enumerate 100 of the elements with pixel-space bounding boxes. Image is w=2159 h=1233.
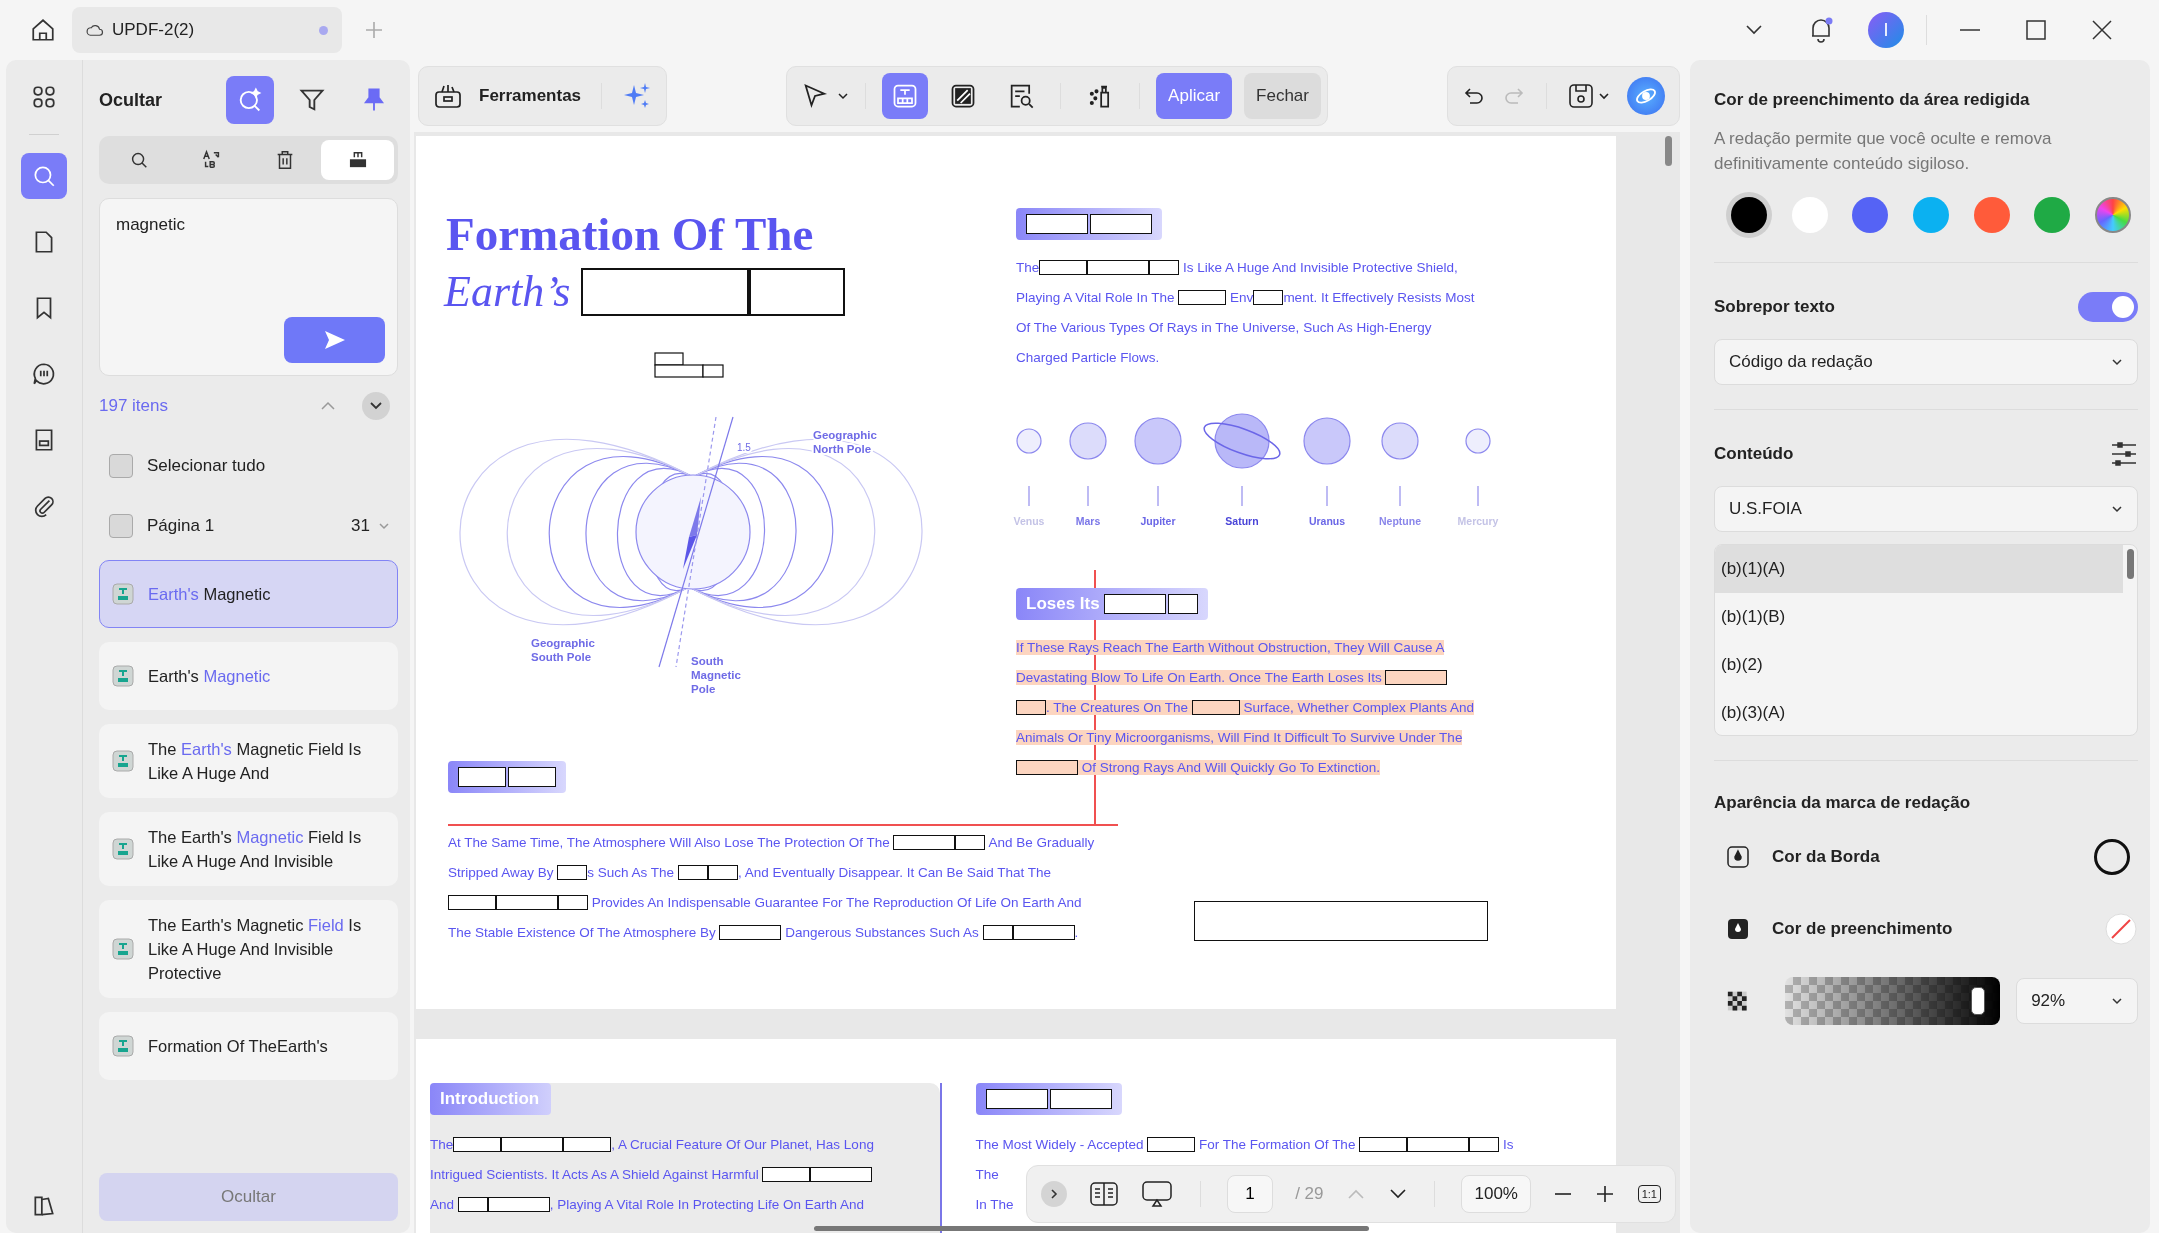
redaction-box[interactable] — [719, 924, 782, 940]
redaction-box[interactable] — [985, 1089, 1048, 1109]
color-swatch[interactable] — [1726, 192, 1772, 238]
redaction-box[interactable] — [1103, 594, 1166, 614]
opacity-dropdown[interactable]: 92% — [2016, 978, 2138, 1024]
theme-icon[interactable] — [31, 1193, 57, 1219]
no-fill-swatch[interactable] — [2104, 912, 2138, 946]
redaction-box[interactable] — [1194, 901, 1489, 941]
result-item[interactable]: Earth's Magnetic — [99, 560, 398, 628]
overlay-toggle[interactable] — [2078, 292, 2138, 322]
redaction-box[interactable] — [893, 834, 956, 850]
close-icon[interactable] — [2091, 19, 2113, 41]
chevron-down-icon — [369, 401, 383, 411]
chevron-down-icon[interactable] — [1744, 24, 1764, 36]
redaction-box[interactable] — [1039, 259, 1088, 275]
redaction-box[interactable] — [1049, 1089, 1112, 1109]
redaction-box[interactable] — [557, 864, 588, 880]
redaction-box[interactable] — [1407, 1136, 1470, 1152]
code-option[interactable]: (b)(3)(A) — [1715, 689, 2123, 735]
result-item[interactable]: The Earth's Magnetic Field Is Like A Huge And Invisible Protective — [99, 900, 398, 998]
checkbox-label: Página 1 — [147, 516, 215, 536]
redaction-box[interactable] — [1016, 699, 1046, 715]
code-option[interactable]: (b)(2) — [1715, 641, 2123, 689]
redaction-box[interactable] — [457, 1196, 488, 1212]
apps-grid-icon — [31, 84, 57, 110]
redaction-box[interactable] — [1359, 1136, 1408, 1152]
overlay-dropdown[interactable]: Código da redação — [1714, 339, 2138, 385]
page-number-field[interactable]: 1 — [1226, 1175, 1273, 1213]
assistant-button[interactable] — [1627, 77, 1665, 115]
body-text: Is — [1501, 1136, 1514, 1152]
maximize-icon[interactable] — [2025, 19, 2047, 41]
send-button[interactable] — [284, 317, 385, 363]
scrollbar-thumb[interactable] — [1665, 136, 1672, 166]
checkbox[interactable] — [109, 514, 133, 538]
redaction-box[interactable] — [1385, 669, 1448, 685]
result-item[interactable]: Earth's Magnetic — [99, 642, 398, 710]
section-title: Conteúdo — [1714, 444, 1794, 464]
result-item[interactable]: Formation Of TheEarth's — [99, 1012, 398, 1080]
redaction-box[interactable] — [581, 267, 750, 316]
tools-label[interactable]: Ferramentas — [479, 86, 582, 106]
search-field[interactable]: magnetic — [100, 199, 397, 375]
redaction-box[interactable] — [707, 864, 738, 880]
redaction-box[interactable] — [1253, 289, 1284, 305]
close-button[interactable]: Fechar — [1244, 73, 1321, 119]
redaction-box[interactable] — [1191, 699, 1240, 715]
redaction-box[interactable] — [1167, 594, 1198, 614]
user-avatar[interactable]: I — [1868, 12, 1904, 48]
presentation-icon[interactable] — [1141, 1180, 1174, 1208]
result-item[interactable]: The Earth's Magnetic Field Is Like A Huge And Invisible — [99, 812, 398, 886]
redaction-box[interactable] — [677, 864, 708, 880]
document-tab[interactable]: UPDF-2(2) — [72, 7, 342, 53]
expand-button[interactable] — [362, 392, 390, 420]
toolbox-icon[interactable] — [433, 82, 463, 110]
redaction-box[interactable] — [563, 1136, 612, 1152]
redaction-box[interactable] — [749, 267, 846, 316]
save-icon[interactable] — [1567, 82, 1611, 110]
scrollbar-thumb[interactable] — [2127, 549, 2134, 579]
redaction-box[interactable] — [1026, 214, 1088, 234]
checkbox[interactable] — [109, 454, 133, 478]
zoom-field[interactable]: 100% — [1461, 1175, 1531, 1213]
redaction-box[interactable] — [558, 894, 588, 910]
redaction-box[interactable] — [508, 767, 556, 787]
redaction-box[interactable] — [1087, 259, 1150, 275]
code-option[interactable]: (b)(1)(A) — [1715, 545, 2123, 593]
redaction-box[interactable] — [1016, 759, 1078, 775]
redaction-box[interactable] — [1012, 924, 1075, 940]
redaction-box[interactable] — [1147, 1136, 1196, 1152]
result-item[interactable]: The Earth's Magnetic Field Is Like A Huge And — [99, 724, 398, 798]
redaction-box[interactable] — [1178, 289, 1227, 305]
redaction-box[interactable] — [810, 1166, 873, 1182]
redaction-box[interactable] — [762, 1166, 811, 1182]
content-dropdown[interactable]: U.S.FOIA — [1714, 486, 2138, 532]
next-page-icon[interactable] — [1388, 1188, 1408, 1200]
slider-thumb[interactable] — [1970, 987, 1985, 1015]
redaction-box[interactable] — [458, 767, 506, 787]
opacity-slider[interactable] — [1784, 977, 2001, 1025]
code-option[interactable]: (b)(1)(B) — [1715, 593, 2123, 641]
scrollbar-thumb[interactable] — [814, 1226, 1369, 1231]
mode-tab[interactable] — [321, 140, 394, 180]
redaction-box[interactable] — [448, 894, 496, 910]
body-text: Dangerous Substances Such As — [784, 924, 980, 940]
sliders-icon[interactable] — [2110, 441, 2138, 467]
body-text: . The Creatures On The — [1046, 699, 1192, 715]
actual-size-button[interactable]: 1:1 — [1637, 1185, 1661, 1203]
redaction-box[interactable] — [487, 1196, 550, 1212]
zoom-in-icon[interactable] — [1595, 1184, 1616, 1204]
diagram-label: South Magnetic Pole — [691, 655, 741, 695]
redaction-box[interactable] — [453, 1136, 502, 1152]
redaction-box[interactable] — [1469, 1136, 1500, 1152]
redaction-box[interactable] — [982, 924, 1013, 940]
home-icon[interactable] — [30, 17, 56, 43]
undo-icon[interactable] — [1462, 85, 1486, 107]
collapse-button[interactable] — [1041, 1181, 1067, 1207]
redaction-box[interactable] — [501, 1136, 564, 1152]
redaction-box[interactable] — [496, 894, 558, 910]
two-page-icon[interactable] — [1089, 1181, 1120, 1207]
border-color-swatch[interactable] — [2094, 839, 2130, 875]
redaction-box[interactable] — [1090, 214, 1152, 234]
redaction-box[interactable] — [1149, 259, 1180, 275]
redaction-box[interactable] — [955, 834, 986, 850]
